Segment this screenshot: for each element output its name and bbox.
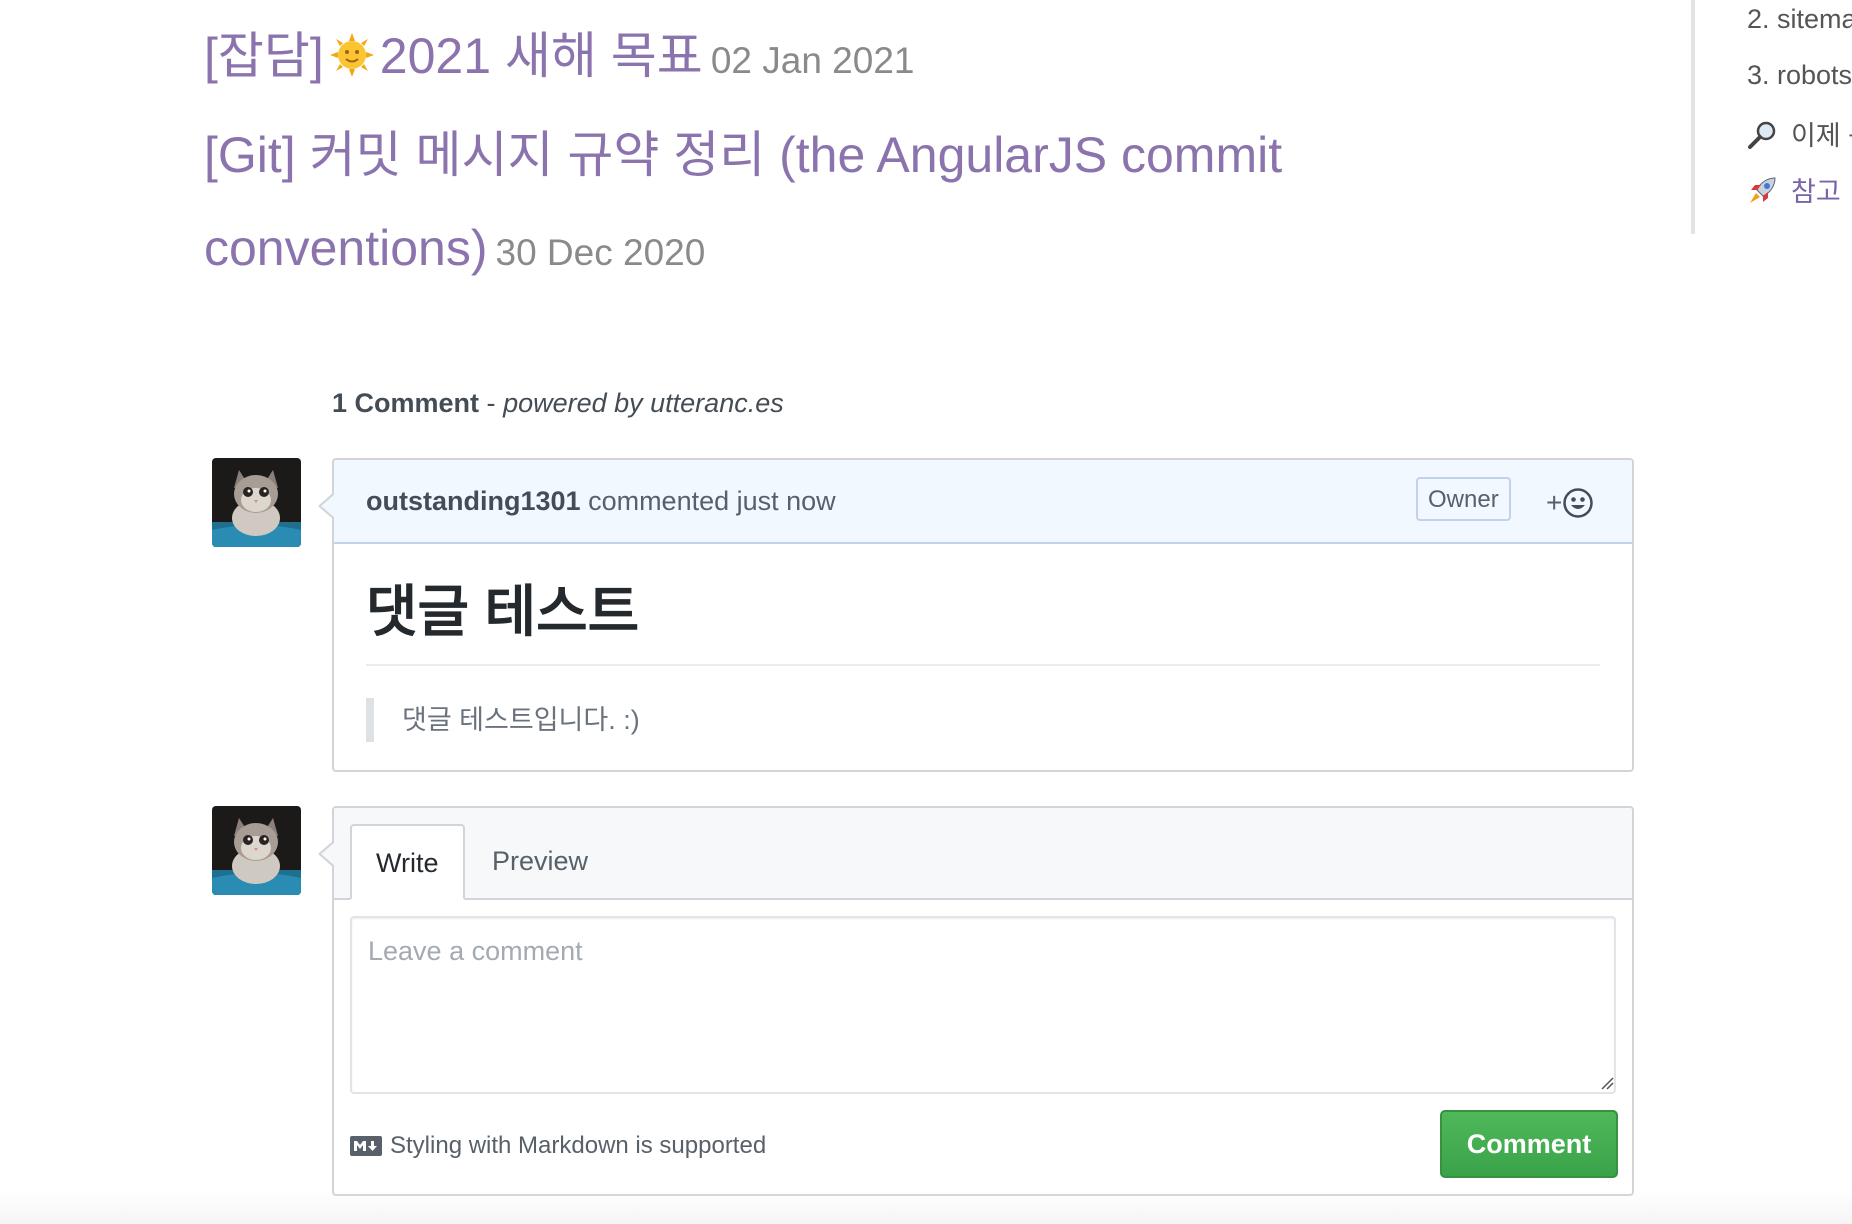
comments-separator: - <box>486 388 496 418</box>
reaction-plus: + <box>1546 487 1563 518</box>
comment-body: 댓글 테스트 댓글 테스트입니다. :) <box>334 544 1632 742</box>
toc-item[interactable]: 이제 구 <box>1747 114 1852 153</box>
related-post-date: 02 Jan 2021 <box>710 40 915 81</box>
markdown-icon <box>350 1136 382 1156</box>
avatar[interactable] <box>212 458 301 547</box>
toc-item-label: 2. sitemap <box>1747 4 1852 34</box>
smiley-icon <box>1563 488 1594 518</box>
comment-heading: 댓글 테스트 <box>366 544 1600 666</box>
related-post-link[interactable]: [Git] 커밋 메시지 규약 정리 (the AngularJS commit… <box>204 127 1282 276</box>
comment-header: outstanding1301 commented just now Owner… <box>318 460 1632 544</box>
kitten-avatar-image <box>212 806 301 895</box>
comment-action: commented just now <box>588 486 836 516</box>
toc-item[interactable]: 참고 <box>1747 170 1841 209</box>
related-post-link[interactable]: [잡담] 2021 새해 목표 <box>204 28 703 84</box>
sun-face-emoji-icon <box>329 33 374 77</box>
tab-preview[interactable]: Preview <box>468 824 612 900</box>
comment-card: outstanding1301 commented just now Owner… <box>318 458 1634 772</box>
toc-item[interactable]: 2. sitemap <box>1747 4 1852 35</box>
owner-badge: Owner <box>1416 477 1511 521</box>
resize-handle-icon[interactable] <box>1600 1076 1614 1090</box>
comment-textarea[interactable] <box>350 916 1616 1094</box>
comment-author-link[interactable]: outstanding1301 <box>366 486 581 516</box>
related-post-item: [잡담] 2021 새해 목표 02 Jan 2021 <box>204 18 1624 111</box>
tab-write[interactable]: Write <box>350 824 465 900</box>
powered-by-label: powered by utteranc.es <box>503 388 784 418</box>
toc-item-label: 참고 <box>1791 177 1841 207</box>
comment-meta: outstanding1301 commented just now <box>366 486 836 517</box>
related-post-item: [Git] 커밋 메시지 규약 정리 (the AngularJS commit… <box>204 117 1624 303</box>
rocket-icon <box>1750 177 1776 203</box>
related-post-prefix: [잡담] <box>204 28 324 84</box>
comment-tabs: Write Preview <box>318 808 1632 900</box>
magnifier-icon <box>1748 121 1776 149</box>
comment-quote: 댓글 테스트입니다. :) <box>366 698 1600 742</box>
submit-comment-button[interactable]: Comment <box>1440 1110 1618 1178</box>
comment-count: 1 Comment <box>332 388 480 418</box>
related-post-title: 2021 새해 목표 <box>379 28 703 84</box>
add-reaction-button[interactable]: + <box>1546 486 1594 520</box>
toc-item[interactable]: 3. robots <box>1747 60 1852 91</box>
comments-header: 1 Comment - powered by utteranc.es <box>332 388 784 419</box>
toc-item-label: 3. robots <box>1747 60 1852 90</box>
new-comment-form: Write Preview Styling with Markdown is s… <box>318 806 1634 1196</box>
kitten-avatar-image <box>212 458 301 547</box>
toc-item-label: 이제 구 <box>1791 121 1852 151</box>
avatar[interactable] <box>212 806 301 895</box>
table-of-contents: 2. sitemap 3. robots 이제 구 참고 <box>1691 0 1852 234</box>
related-post-date: 30 Dec 2020 <box>495 232 706 273</box>
utterances-link[interactable]: powered by utteranc.es <box>503 388 784 418</box>
markdown-note: Styling with Markdown is supported <box>390 1132 767 1159</box>
markdown-help-link[interactable]: Styling with Markdown is supported <box>350 1132 766 1160</box>
related-posts: [잡담] 2021 새해 목표 02 Jan 2021 [Git] 커밋 메시지 … <box>204 18 1624 303</box>
